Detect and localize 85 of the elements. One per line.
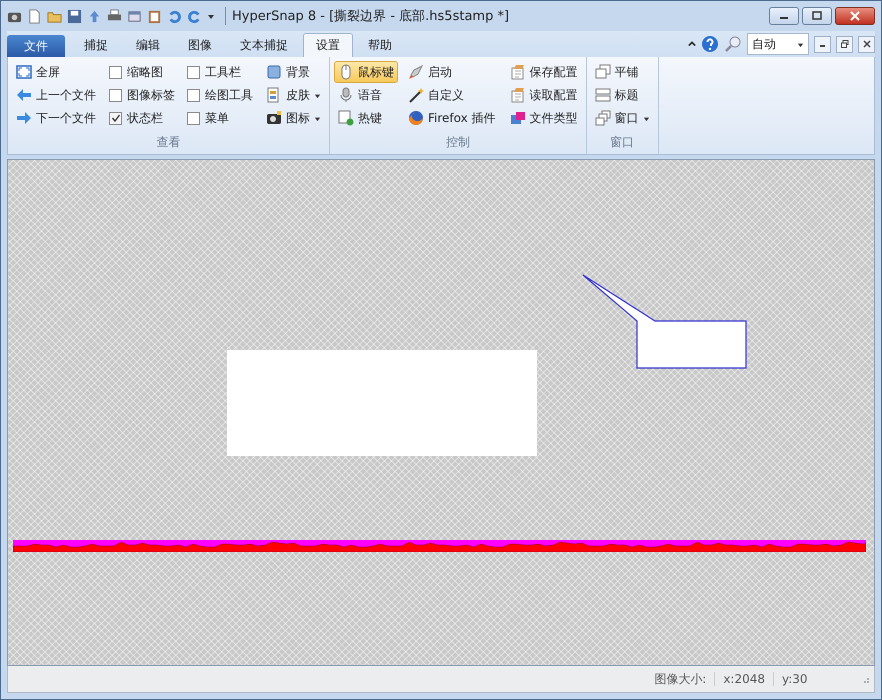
checkbox-label: 图像标签 bbox=[127, 86, 175, 104]
checkbox[interactable] bbox=[109, 66, 122, 78]
checkbox-label: 缩略图 bbox=[127, 64, 163, 80]
checkbox[interactable] bbox=[109, 112, 122, 124]
hotkey-icon bbox=[338, 110, 354, 126]
window-icon[interactable] bbox=[127, 8, 142, 24]
minimize-button[interactable] bbox=[814, 36, 831, 52]
status-text: x:2048 bbox=[714, 672, 773, 686]
ribbon-tab[interactable]: 图像 bbox=[175, 33, 225, 57]
checkbox[interactable] bbox=[187, 66, 200, 78]
ribbon-button[interactable]: 文件类型 bbox=[506, 107, 582, 129]
undo-icon[interactable] bbox=[167, 8, 182, 24]
print-icon[interactable] bbox=[107, 8, 122, 24]
ribbon-tab[interactable]: 帮助 bbox=[355, 33, 405, 57]
ribbon-button[interactable]: 保存配置 bbox=[506, 61, 582, 83]
help-icon[interactable] bbox=[701, 35, 719, 53]
search-icon[interactable] bbox=[724, 35, 742, 53]
status-text: y:30 bbox=[773, 672, 830, 686]
checkbox[interactable] bbox=[109, 88, 122, 102]
ribbon-button[interactable]: 标题 bbox=[590, 84, 654, 106]
ribbon-menu-button[interactable]: 皮肤 bbox=[262, 84, 325, 106]
zoom-combo[interactable]: 自动 bbox=[747, 33, 809, 55]
tile-icon bbox=[594, 64, 611, 80]
document-icon[interactable] bbox=[27, 8, 42, 24]
camera-icon bbox=[266, 110, 282, 126]
globe-icon bbox=[408, 110, 424, 126]
close-icon bbox=[850, 11, 860, 21]
ribbon-button[interactable]: 热键 bbox=[334, 107, 398, 129]
redo-icon[interactable] bbox=[187, 8, 202, 24]
ribbon-button[interactable]: 下一个文件 bbox=[12, 107, 100, 129]
caret-icon bbox=[642, 114, 650, 122]
close-icon bbox=[862, 40, 870, 48]
maximize-button[interactable] bbox=[802, 7, 832, 25]
background-icon bbox=[266, 64, 282, 80]
window-title: HyperSnap 8 - [撕裂边界 - 底部.hs5stamp *] bbox=[225, 7, 763, 25]
maximize-icon bbox=[812, 11, 822, 21]
close-button[interactable] bbox=[835, 7, 875, 25]
ribbon-button[interactable]: 启动 bbox=[404, 61, 500, 83]
upload-icon[interactable] bbox=[87, 8, 102, 24]
wand-icon bbox=[408, 87, 424, 103]
checkbox[interactable] bbox=[187, 112, 200, 124]
ribbon-button[interactable]: 读取配置 bbox=[506, 84, 582, 106]
close-button[interactable] bbox=[858, 36, 875, 52]
ribbon-button[interactable]: 全屏 bbox=[12, 61, 100, 83]
ribbon-menu-button[interactable]: 图标 bbox=[262, 107, 325, 129]
ribbon-button[interactable]: 平铺 bbox=[590, 61, 654, 83]
windows-icon bbox=[594, 110, 611, 126]
ribbon-button[interactable]: 鼠标键 bbox=[334, 61, 398, 83]
ribbon-button[interactable]: 自定义 bbox=[404, 84, 500, 106]
minimize-button[interactable] bbox=[769, 7, 799, 25]
ribbon-menu-button[interactable]: 窗口 bbox=[590, 107, 654, 129]
ribbon-button[interactable]: 背景 bbox=[262, 61, 325, 83]
checkbox-label: 菜单 bbox=[205, 110, 229, 126]
arrow-left-icon bbox=[16, 87, 32, 103]
save-icon[interactable] bbox=[67, 8, 82, 24]
ribbon-tab[interactable]: 捕捉 bbox=[71, 33, 121, 57]
fullscreen-icon bbox=[16, 64, 32, 80]
group-label: 控制 bbox=[446, 134, 470, 151]
checkbox[interactable] bbox=[187, 88, 200, 102]
ribbon-tab[interactable]: 编辑 bbox=[123, 33, 173, 57]
collapse-ribbon-icon[interactable] bbox=[688, 40, 696, 48]
ribbon-tab[interactable]: 设置 bbox=[303, 33, 353, 57]
ribbon-button[interactable]: 上一个文件 bbox=[12, 84, 100, 106]
checkbox-label: 工具栏 bbox=[205, 64, 241, 80]
restore-button[interactable] bbox=[836, 36, 853, 52]
load-config-icon bbox=[510, 87, 526, 103]
caret-icon bbox=[314, 92, 321, 98]
caret-icon bbox=[314, 114, 321, 122]
ribbon-button[interactable]: Firefox 插件 bbox=[404, 107, 500, 129]
status-text: 图像大小: bbox=[653, 670, 708, 688]
file-type-icon bbox=[510, 110, 526, 126]
arrow-right-icon bbox=[16, 110, 32, 126]
restore-icon bbox=[840, 40, 848, 48]
title-bars-icon bbox=[594, 87, 611, 103]
group-label: 查看 bbox=[156, 134, 180, 151]
file-menu-button[interactable]: 文件 bbox=[7, 35, 65, 57]
checkbox-label: 状态栏 bbox=[127, 110, 163, 126]
mic-icon bbox=[338, 87, 354, 103]
caret-icon bbox=[797, 40, 804, 48]
checkbox-label: 绘图工具 bbox=[205, 86, 253, 104]
ribbon-button[interactable]: 语音 bbox=[334, 84, 398, 106]
save-config-icon bbox=[510, 64, 526, 80]
group-label: 窗口 bbox=[610, 134, 634, 151]
customize-caret-icon[interactable] bbox=[207, 12, 215, 20]
ribbon-tab[interactable]: 文本捕捉 bbox=[227, 33, 301, 57]
